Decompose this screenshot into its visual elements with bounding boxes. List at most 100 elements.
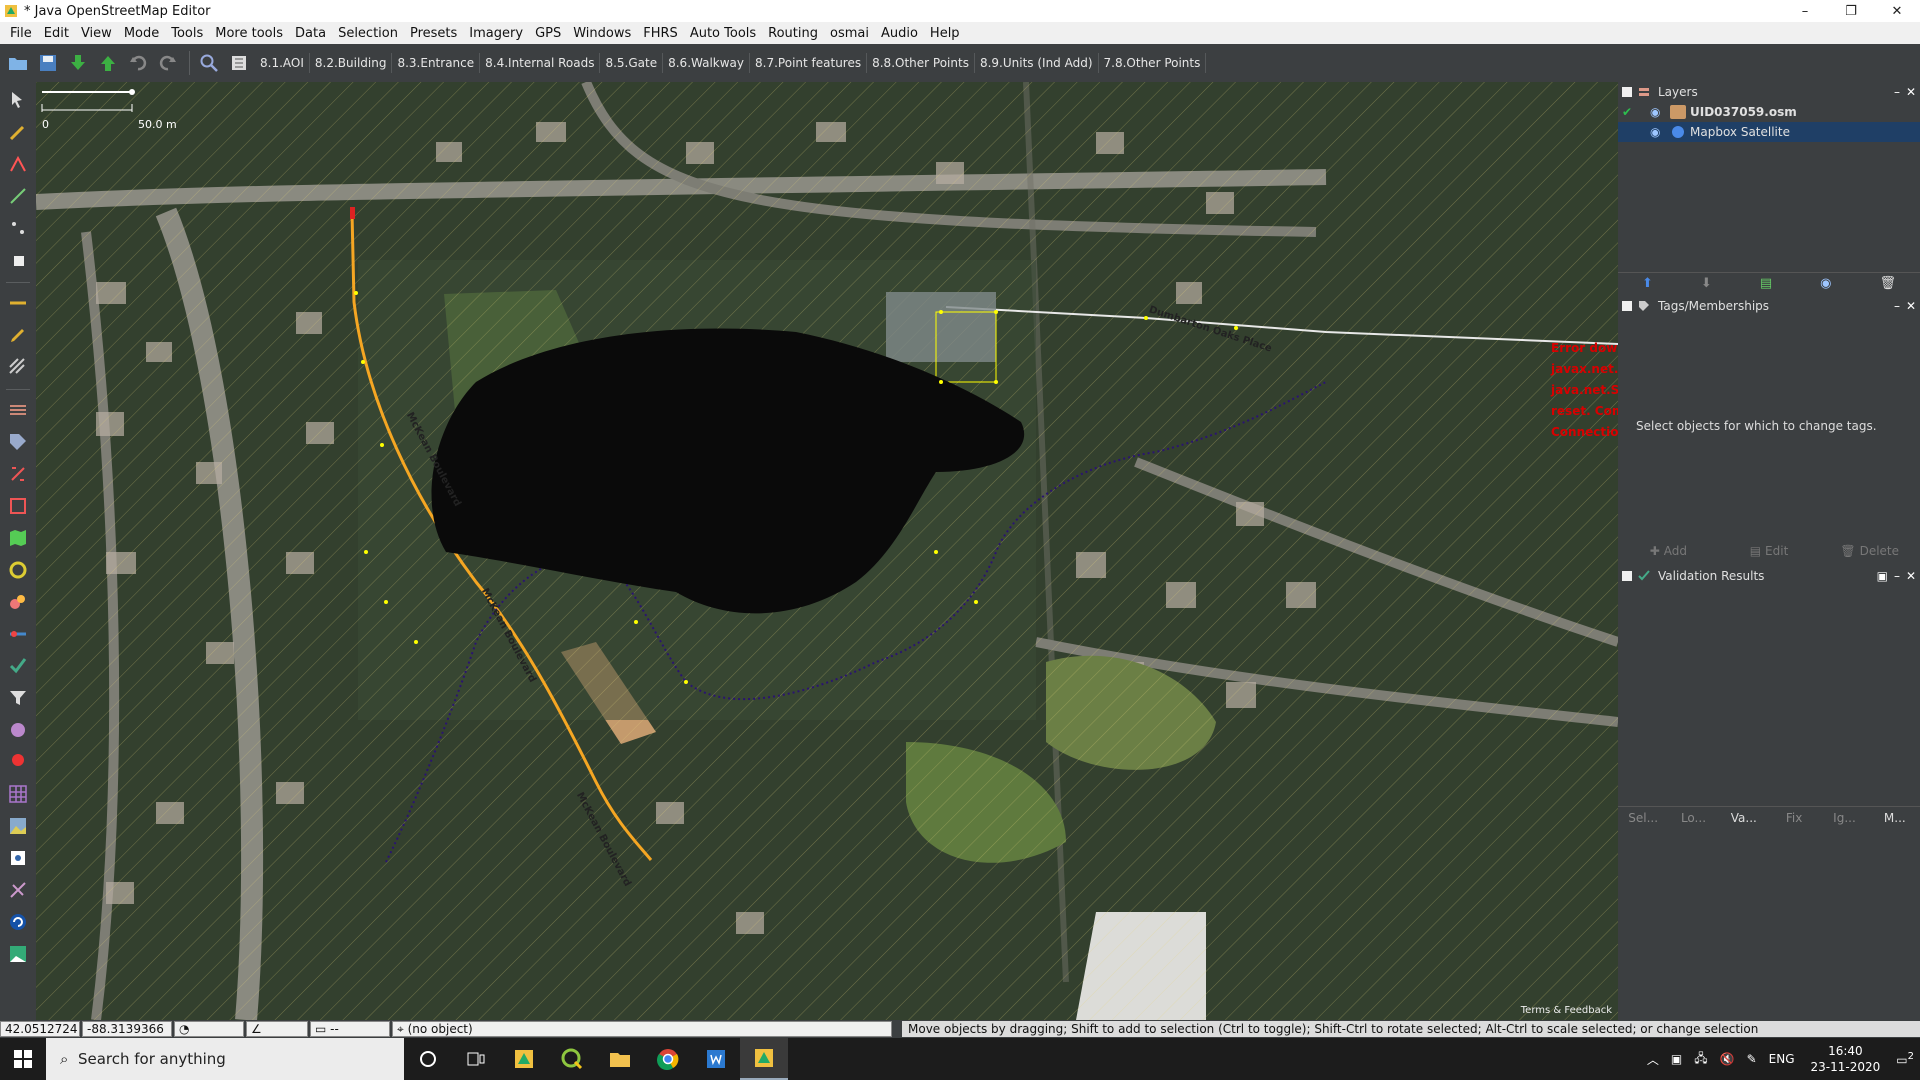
preset-building[interactable]: 8.2.Building	[310, 53, 393, 73]
start-button[interactable]	[0, 1038, 46, 1080]
panel-close-icon[interactable]: ✕	[1906, 299, 1916, 313]
eye-icon[interactable]: ◉	[1650, 125, 1666, 139]
delete-layer-icon[interactable]: 🗑	[1879, 276, 1896, 291]
upload-icon[interactable]	[94, 49, 122, 77]
redo-icon[interactable]	[154, 49, 182, 77]
preset-other-points-7-8[interactable]: 7.8.Other Points	[1099, 53, 1207, 73]
relation-tool-icon[interactable]	[4, 460, 32, 488]
menu-tools[interactable]: Tools	[165, 26, 209, 41]
refresh-tool-icon[interactable]	[4, 556, 32, 584]
tags-toggle-icon[interactable]	[4, 428, 32, 456]
zoom-tool-icon[interactable]	[4, 182, 32, 210]
language-indicator[interactable]: ENG	[1769, 1052, 1795, 1066]
split-tool-icon[interactable]	[4, 214, 32, 242]
preset-gate[interactable]: 8.5.Gate	[600, 53, 664, 73]
chevron-up-icon[interactable]: ︿	[1647, 1051, 1659, 1068]
pen-icon[interactable]: ✎	[1747, 1052, 1757, 1066]
word-app-icon[interactable]	[692, 1038, 740, 1080]
preset-internal-roads[interactable]: 8.4.Internal Roads	[480, 53, 601, 73]
menu-help[interactable]: Help	[924, 26, 966, 41]
menu-routing[interactable]: Routing	[762, 26, 824, 41]
panel-collapse-icon[interactable]	[1622, 301, 1632, 311]
task-view-icon[interactable]	[452, 1038, 500, 1080]
preset-point-features[interactable]: 8.7.Point features	[750, 53, 868, 73]
move-down-icon[interactable]: ⬇	[1701, 276, 1712, 291]
undo-icon[interactable]	[124, 49, 152, 77]
edit-tag-button[interactable]: ▤ Edit	[1719, 541, 1820, 561]
ignore-button[interactable]: Ig...	[1819, 807, 1869, 828]
panel-collapse-icon[interactable]	[1622, 87, 1632, 97]
select-button[interactable]: Sel...	[1618, 807, 1668, 828]
preset-units[interactable]: 8.9.Units (Ind Add)	[975, 53, 1099, 73]
toggle-visibility-icon[interactable]: ◉	[1820, 276, 1831, 291]
menu-osmai[interactable]: osmai	[824, 26, 875, 41]
preset-walkway[interactable]: 8.6.Walkway	[663, 53, 751, 73]
cortana-icon[interactable]	[404, 1038, 452, 1080]
line-tool-icon[interactable]	[4, 289, 32, 317]
josm-taskbar-icon[interactable]	[500, 1038, 548, 1080]
panel-close-icon[interactable]: ✕	[1906, 85, 1916, 99]
map-view[interactable]: 0 50.0 m McKean Boulevard Dumbarton Oaks…	[36, 82, 1618, 1020]
menu-mode[interactable]: Mode	[118, 26, 165, 41]
menu-data[interactable]: Data	[289, 26, 332, 41]
area-tool-icon[interactable]	[4, 353, 32, 381]
clock[interactable]: 16:40 23-11-2020	[1811, 1043, 1881, 1075]
notification-icon[interactable]: ▭2	[1896, 1051, 1914, 1067]
panel-minimize-icon[interactable]: –	[1894, 85, 1900, 99]
taskbar-search[interactable]: ⌕ Search for anything	[46, 1038, 404, 1080]
connect-tool-icon[interactable]	[4, 620, 32, 648]
zoom-icon[interactable]	[195, 49, 223, 77]
panel-settings-icon[interactable]: ▣	[1877, 569, 1888, 583]
notes-tool-icon[interactable]	[4, 748, 32, 776]
network-icon[interactable]: 🖧	[1694, 1049, 1707, 1070]
qgis-taskbar-icon[interactable]	[548, 1038, 596, 1080]
panel-minimize-icon[interactable]: –	[1894, 569, 1900, 583]
menu-windows[interactable]: Windows	[567, 26, 637, 41]
josm-active-taskbar-icon[interactable]	[740, 1038, 788, 1080]
layers-toggle-icon[interactable]	[4, 396, 32, 424]
validate-tool-icon[interactable]	[4, 652, 32, 680]
restore-button[interactable]: ❐	[1828, 0, 1874, 22]
delete-tag-button[interactable]: 🗑 Delete	[1819, 541, 1920, 561]
map-attribution-link[interactable]: Terms & Feedback	[1521, 1005, 1612, 1016]
menu-imagery[interactable]: Imagery	[463, 26, 529, 41]
settings-tool-icon[interactable]	[4, 844, 32, 872]
menu-selection[interactable]: Selection	[332, 26, 404, 41]
menu-presets[interactable]: Presets	[404, 26, 463, 41]
validate-button[interactable]: Va...	[1719, 807, 1769, 828]
panel-minimize-icon[interactable]: –	[1894, 299, 1900, 313]
style-tool-icon[interactable]	[4, 716, 32, 744]
download-icon[interactable]	[64, 49, 92, 77]
lookup-button[interactable]: Lo...	[1668, 807, 1718, 828]
menu-gps[interactable]: GPS	[529, 26, 567, 41]
pin-tool-icon[interactable]	[4, 588, 32, 616]
parallel-tool-icon[interactable]	[4, 246, 32, 274]
panel-collapse-icon[interactable]	[1622, 571, 1632, 581]
layer-visible-checkbox[interactable]: ✔	[1618, 105, 1636, 119]
preset-entrance[interactable]: 8.3.Entrance	[392, 53, 481, 73]
grid-tool-icon[interactable]	[4, 780, 32, 808]
layer-row-osm[interactable]: ✔ ◉ UID037059.osm	[1618, 102, 1920, 122]
eye-icon[interactable]: ◉	[1650, 105, 1666, 119]
file-explorer-icon[interactable]	[596, 1038, 644, 1080]
save-icon[interactable]	[34, 49, 62, 77]
filter-tool-icon[interactable]	[4, 684, 32, 712]
volume-icon[interactable]: 🔇	[1720, 1052, 1735, 1066]
preset-aoi[interactable]: 8.1.AOI	[255, 53, 310, 73]
merge-layers-icon[interactable]: ▤	[1760, 276, 1772, 291]
route-tool-icon[interactable]	[4, 876, 32, 904]
close-button[interactable]: ✕	[1874, 0, 1920, 22]
chrome-icon[interactable]	[644, 1038, 692, 1080]
menu-fhrs[interactable]: FHRS	[637, 26, 684, 41]
menu-auto-tools[interactable]: Auto Tools	[684, 26, 762, 41]
pencil-tool-icon[interactable]	[4, 321, 32, 349]
menu-more-tools[interactable]: More tools	[209, 26, 289, 41]
preferences-icon[interactable]	[225, 49, 253, 77]
fix-button[interactable]: Fix	[1769, 807, 1819, 828]
menu-edit[interactable]: Edit	[38, 26, 75, 41]
menu-view[interactable]: View	[75, 26, 118, 41]
node-tool-icon[interactable]	[4, 150, 32, 178]
add-tag-button[interactable]: ✚ Add	[1618, 541, 1719, 561]
menu-file[interactable]: File	[4, 26, 38, 41]
rotate-tool-icon[interactable]	[4, 908, 32, 936]
